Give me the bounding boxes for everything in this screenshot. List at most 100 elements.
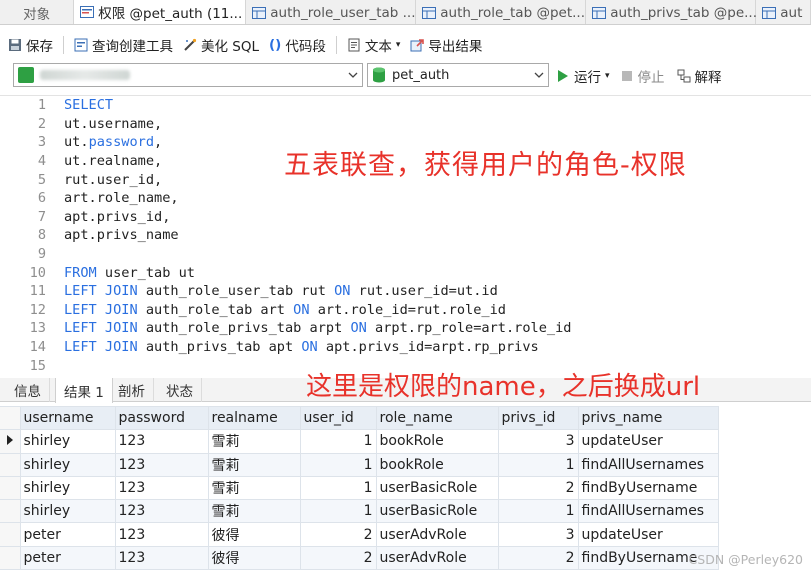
tab-auth-privs-tab[interactable]: auth_privs_tab @pe...: [586, 0, 757, 24]
tab-result-1[interactable]: 结果 1: [55, 378, 113, 403]
code-snippet-label: 代码段: [285, 39, 326, 55]
column-header[interactable]: user_id: [299, 405, 377, 431]
table-cell[interactable]: 1: [497, 499, 579, 524]
tab-query-privileges[interactable]: 权限 @pet_auth (11...: [74, 0, 247, 24]
table-icon: [422, 6, 437, 19]
database-select[interactable]: pet_auth: [367, 63, 549, 87]
table-cell[interactable]: 2: [497, 545, 579, 571]
table-row[interactable]: shirley 123 雪莉 1 userBasicRole 2 findByU…: [0, 475, 719, 501]
column-header[interactable]: password: [114, 405, 209, 431]
keyword: LEFT JOIN: [64, 320, 138, 337]
code-line: 11 LEFT JOIN auth_role_user_tab rut ON ru…: [0, 282, 498, 301]
query-builder-button[interactable]: 查询创建工具: [74, 35, 173, 55]
table-cell[interactable]: updateUser: [577, 522, 719, 547]
toolbar-divider: [63, 36, 64, 54]
stop-button[interactable]: 停止: [621, 66, 665, 86]
table-cell[interactable]: 3: [497, 429, 579, 454]
table-cell[interactable]: findByUsername: [577, 475, 719, 501]
tab-objects-label: 对象: [23, 6, 51, 23]
table-cell[interactable]: 2: [497, 475, 579, 501]
column-header[interactable]: realname: [207, 405, 301, 431]
export-results-button[interactable]: 导出结果: [410, 35, 482, 55]
table-cell[interactable]: bookRole: [375, 452, 499, 477]
column-header[interactable]: privs_id: [497, 405, 579, 431]
table-row[interactable]: peter 123 彼得 2 userAdvRole 2 findByUsern…: [0, 545, 719, 571]
tab-info[interactable]: 信息: [6, 378, 50, 402]
export-results-label: 导出结果: [428, 39, 483, 55]
table-cell[interactable]: bookRole: [375, 429, 499, 454]
table-cell[interactable]: updateUser: [577, 429, 719, 454]
code-fragment: rut.user_id=ut.id: [350, 283, 498, 300]
column-header[interactable]: username: [19, 405, 116, 431]
table-cell[interactable]: userBasicRole: [375, 475, 499, 501]
table-cell[interactable]: 雪莉: [207, 452, 301, 477]
table-row[interactable]: peter 123 彼得 2 userAdvRole 3 updateUser: [0, 522, 719, 547]
line-number: 14: [29, 339, 46, 356]
table-cell[interactable]: peter: [19, 545, 116, 571]
tab-status[interactable]: 状态: [158, 378, 202, 402]
table-cell[interactable]: 123: [114, 545, 209, 571]
table-cell[interactable]: shirley: [19, 475, 116, 501]
tab-profile-label: 剖析: [118, 384, 145, 400]
table-cell[interactable]: shirley: [19, 499, 116, 524]
table-cell[interactable]: 彼得: [207, 522, 301, 547]
code-snippet-button[interactable]: () 代码段: [269, 35, 326, 55]
table-cell[interactable]: userAdvRole: [375, 545, 499, 571]
table-cell[interactable]: 1: [299, 499, 377, 524]
row-indicator: [0, 475, 21, 501]
table-cell[interactable]: 123: [114, 499, 209, 524]
code-text: SELECT: [64, 97, 113, 113]
table-cell[interactable]: 1: [299, 475, 377, 501]
table-cell[interactable]: 雪莉: [207, 429, 301, 454]
table-cell[interactable]: 2: [299, 545, 377, 571]
table-cell[interactable]: 1: [299, 452, 377, 477]
table-cell[interactable]: shirley: [19, 429, 116, 454]
table-row[interactable]: shirley 123 雪莉 1 bookRole 3 updateUser: [0, 429, 719, 454]
table-cell[interactable]: shirley: [19, 452, 116, 477]
table-cell[interactable]: 彼得: [207, 545, 301, 571]
sql-editor[interactable]: 1 SELECT 2 ut.username, 3 ut.password, 4 ut.…: [0, 95, 811, 375]
keyword: ON: [301, 339, 318, 356]
save-button[interactable]: 保存: [8, 35, 53, 55]
keyword: ON: [350, 320, 367, 337]
table-cell[interactable]: userAdvRole: [375, 522, 499, 547]
table-cell[interactable]: userBasicRole: [375, 499, 499, 524]
table-cell[interactable]: peter: [19, 522, 116, 547]
line-number: 7: [37, 208, 46, 225]
query-toolbar: 保存 查询创建工具 美化 SQL () 代码段 文本 ▾ 导出结果: [0, 31, 811, 59]
text-mode-label: 文本: [364, 39, 392, 55]
explain-button[interactable]: 解释: [677, 66, 722, 86]
table-cell[interactable]: 1: [497, 452, 579, 477]
run-label: 运行: [574, 70, 601, 86]
line-number: 6: [37, 190, 46, 207]
table-cell[interactable]: 3: [497, 522, 579, 547]
table-cell[interactable]: 123: [114, 522, 209, 547]
beautify-sql-button[interactable]: 美化 SQL: [183, 35, 259, 55]
table-cell[interactable]: 雪莉: [207, 499, 301, 524]
result-grid: username password realname user_id role_…: [0, 405, 811, 571]
line-number: 4: [37, 153, 46, 170]
table-cell[interactable]: 123: [114, 452, 209, 477]
tab-auth-role-user-tab[interactable]: auth_role_user_tab ...: [246, 0, 417, 24]
text-mode-button[interactable]: 文本 ▾: [347, 35, 400, 55]
tab-query-label: 权限 @pet_auth (11...: [98, 6, 243, 22]
tab-auth-role-tab[interactable]: auth_role_tab @pet...: [416, 0, 587, 24]
tab-profile[interactable]: 剖析: [110, 378, 154, 402]
column-header[interactable]: privs_name: [577, 405, 719, 431]
table-cell[interactable]: 2: [299, 522, 377, 547]
database-icon: [373, 67, 385, 83]
table-cell[interactable]: findAllUsernames: [577, 452, 719, 477]
table-cell[interactable]: 123: [114, 429, 209, 454]
column-header[interactable]: role_name: [375, 405, 499, 431]
tab-overflow[interactable]: aut: [756, 0, 811, 24]
connection-select[interactable]: [13, 63, 363, 87]
table-cell[interactable]: 1: [299, 429, 377, 454]
tab-objects[interactable]: 对象: [0, 0, 75, 24]
run-button[interactable]: 运行 ▾: [558, 66, 610, 86]
table-icon: [592, 6, 607, 19]
table-cell[interactable]: 123: [114, 475, 209, 501]
table-row[interactable]: shirley 123 雪莉 1 userBasicRole 1 findAll…: [0, 499, 719, 524]
table-row[interactable]: shirley 123 雪莉 1 bookRole 1 findAllUsern…: [0, 452, 719, 477]
table-cell[interactable]: 雪莉: [207, 475, 301, 501]
table-cell[interactable]: findAllUsernames: [577, 499, 719, 524]
